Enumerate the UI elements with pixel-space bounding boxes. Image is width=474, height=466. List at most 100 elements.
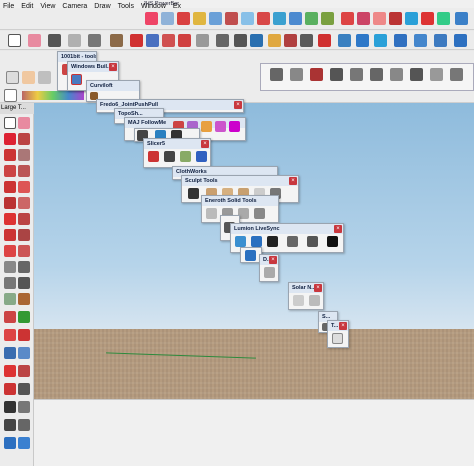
tool-icon[interactable] (196, 151, 207, 162)
tool-icon[interactable] (350, 68, 363, 81)
arc-icon[interactable] (4, 181, 16, 193)
tool-icon[interactable] (430, 68, 443, 81)
tool-icon[interactable] (330, 68, 343, 81)
tool-icon[interactable] (193, 12, 206, 25)
tool-icon[interactable] (289, 12, 302, 25)
polygon-icon[interactable] (18, 165, 30, 177)
axes-icon[interactable] (4, 293, 16, 305)
close-icon[interactable]: × (269, 256, 277, 264)
text-icon[interactable] (268, 34, 281, 47)
tool-icon[interactable] (38, 71, 51, 84)
pan-icon[interactable] (18, 329, 30, 341)
tool-icon[interactable] (245, 250, 256, 261)
dimension-icon[interactable] (18, 261, 30, 273)
select-arrow-icon[interactable] (8, 34, 21, 47)
orbit-icon[interactable] (4, 329, 16, 341)
pencil-icon[interactable] (4, 133, 16, 145)
tool-icon[interactable] (18, 437, 30, 449)
push-pull-icon[interactable] (18, 213, 30, 225)
tool-icon[interactable] (357, 12, 370, 25)
close-icon[interactable]: × (109, 63, 117, 71)
close-icon[interactable]: × (339, 322, 347, 330)
rectangle-icon[interactable] (88, 34, 101, 47)
offset-icon[interactable] (196, 34, 209, 47)
tool-icon[interactable] (434, 34, 447, 47)
tool-icon[interactable] (188, 188, 199, 199)
tool-icon[interactable] (321, 12, 334, 25)
tool-icon[interactable] (270, 68, 283, 81)
paint-bucket-icon[interactable] (4, 311, 16, 323)
push-pull-icon[interactable] (146, 34, 159, 47)
select-icon[interactable] (4, 117, 16, 129)
arc-3pt-icon[interactable] (4, 197, 16, 209)
tool-icon[interactable] (394, 34, 407, 47)
zoom-extents-icon[interactable] (356, 34, 369, 47)
tool-icon[interactable] (389, 12, 402, 25)
tool-icon[interactable] (310, 68, 323, 81)
previous-view-icon[interactable] (18, 365, 30, 377)
tool-icon[interactable] (225, 12, 238, 25)
tool-icon[interactable] (390, 68, 403, 81)
tool-icon[interactable] (18, 419, 30, 431)
paint-bucket-icon[interactable] (110, 34, 123, 47)
arc-2pt-icon[interactable] (18, 181, 30, 193)
zoom-window-icon[interactable] (18, 347, 30, 359)
axes-icon[interactable] (284, 34, 297, 47)
tool-icon[interactable] (373, 12, 386, 25)
text-icon[interactable] (18, 277, 30, 289)
protractor-icon[interactable] (4, 277, 16, 289)
rotate-icon[interactable] (4, 229, 16, 241)
footprint-icon[interactable] (18, 401, 30, 413)
tool-icon[interactable] (148, 151, 159, 162)
tool-icon[interactable] (161, 12, 174, 25)
pie-icon[interactable] (18, 197, 30, 209)
tool-icon[interactable] (414, 34, 427, 47)
eraser-icon[interactable] (28, 34, 41, 47)
walk-icon[interactable] (4, 401, 16, 413)
tool-icon[interactable] (257, 12, 270, 25)
scale-icon[interactable] (4, 245, 16, 257)
tool-icon[interactable] (4, 437, 16, 449)
window-icon[interactable] (71, 74, 82, 85)
tool-icon[interactable] (145, 12, 158, 25)
move-icon[interactable] (130, 34, 143, 47)
tool-icon[interactable] (421, 12, 434, 25)
tool-icon[interactable] (22, 71, 35, 84)
zoom-icon[interactable] (338, 34, 351, 47)
close-icon[interactable]: × (201, 140, 209, 148)
freehand-icon[interactable] (18, 133, 30, 145)
tool-icon[interactable] (6, 71, 19, 84)
tool-icon[interactable] (241, 12, 254, 25)
tool-icon[interactable] (374, 34, 387, 47)
tool-icon[interactable] (410, 68, 423, 81)
zoom-extents-icon[interactable] (4, 365, 16, 377)
tool-icon[interactable] (209, 12, 222, 25)
scale-icon[interactable] (178, 34, 191, 47)
tool-icon[interactable] (290, 68, 303, 81)
rotate-icon[interactable] (162, 34, 175, 47)
position-camera-icon[interactable] (4, 383, 16, 395)
3d-text-icon[interactable] (18, 293, 30, 305)
rotated-rect-icon[interactable] (18, 149, 30, 161)
tool-icon[interactable] (254, 208, 265, 219)
close-icon[interactable]: × (314, 284, 322, 292)
tool-icon[interactable] (455, 12, 468, 25)
tool-icon[interactable] (206, 208, 217, 219)
tool-icon[interactable] (201, 121, 212, 132)
compass-icon[interactable] (293, 295, 304, 306)
move-icon[interactable] (4, 213, 16, 225)
tool-icon[interactable] (341, 12, 354, 25)
tape-measure-icon[interactable] (4, 261, 16, 273)
tool-icon[interactable] (370, 68, 383, 81)
tool-icon[interactable] (235, 236, 246, 247)
close-icon[interactable]: × (334, 225, 342, 233)
line-icon[interactable] (68, 34, 81, 47)
pencil-icon[interactable] (48, 34, 61, 47)
tool-icon[interactable] (251, 236, 262, 247)
rectangle-icon[interactable] (4, 149, 16, 161)
tool-icon[interactable] (450, 68, 463, 81)
gear-icon[interactable] (327, 236, 338, 247)
tool-icon[interactable] (164, 151, 175, 162)
orbit-icon[interactable] (300, 34, 313, 47)
look-around-icon[interactable] (18, 383, 30, 395)
